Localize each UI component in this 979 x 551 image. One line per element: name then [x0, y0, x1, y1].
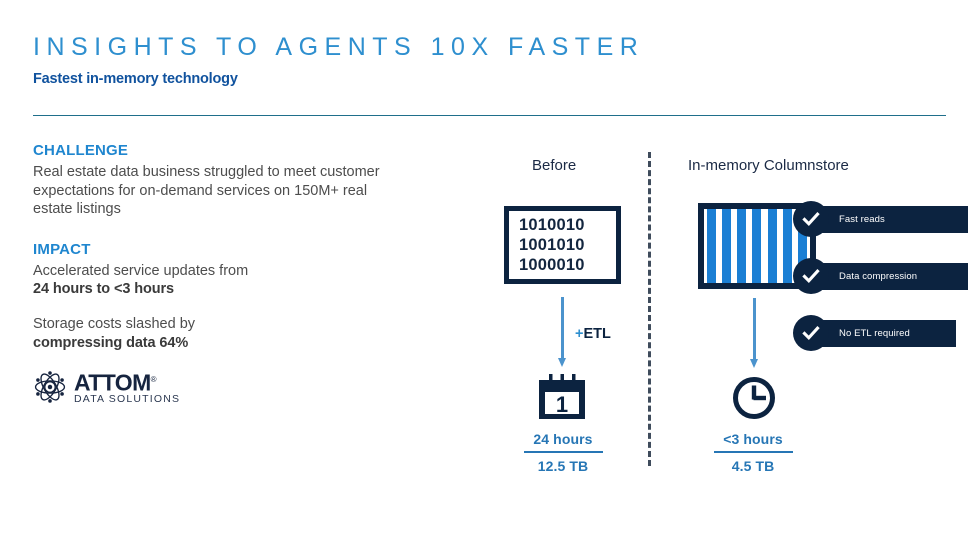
attom-logo: ATTOM® DATA SOLUTIONS [33, 370, 180, 405]
before-metrics: 24 hours 12.5 TB [498, 431, 628, 474]
challenge-body: Real estate data business struggled to m… [33, 164, 380, 217]
benefit-pill: Data compression [811, 262, 968, 290]
binary-data-box: 1010010 1001010 1000010 [504, 206, 621, 284]
before-metric-time: 24 hours [533, 431, 593, 447]
benefit-pill: Fast reads [811, 205, 968, 233]
columnstore-bar [737, 209, 747, 283]
calendar-icon: 1 [536, 373, 588, 426]
attom-wordmark: ATTOM® DATA SOLUTIONS [74, 370, 180, 405]
check-icon [793, 258, 829, 294]
impact-line-2: 24 hours to <3 hours [33, 281, 175, 297]
after-metric-size: 4.5 TB [731, 458, 775, 474]
attom-logo-tagline: DATA SOLUTIONS [74, 392, 181, 405]
svg-text:1: 1 [556, 392, 568, 417]
check-icon [793, 315, 829, 351]
benefit-pill: No ETL required [811, 319, 956, 347]
clock-icon [731, 375, 777, 426]
benefit-label: No ETL required [839, 327, 910, 339]
slide-canvas: INSIGHTS TO AGENTS 10X FASTER Fastest in… [0, 0, 979, 551]
impact-line-1: Accelerated service updates from [33, 262, 249, 279]
challenge-heading: CHALLENGE [33, 142, 129, 159]
impact-line-4: compressing data 64% [33, 334, 189, 351]
before-column-title: Before [532, 157, 577, 174]
after-column-title: In-memory Columnstore [688, 157, 849, 174]
column-divider [648, 152, 651, 466]
benefit-row: Fast reads [793, 201, 968, 237]
check-icon [793, 201, 829, 237]
columnstore-bar [722, 209, 732, 283]
page-subtitle: Fastest in-memory technology [33, 71, 238, 87]
page-title: INSIGHTS TO AGENTS 10X FASTER [33, 33, 645, 61]
benefit-label: Fast reads [839, 213, 885, 225]
columnstore-bar [767, 209, 777, 283]
benefit-row: No ETL required [793, 315, 956, 351]
columnstore-bar [707, 209, 716, 283]
before-flow-arrow [558, 297, 567, 367]
metric-divider [523, 451, 603, 453]
metric-divider [713, 451, 793, 453]
impact-heading: IMPACT [33, 240, 91, 258]
after-metric-time: <3 hours [723, 431, 783, 447]
atom-icon [33, 370, 67, 404]
left-text-column: CHALLENGE Real estate data business stru… [33, 142, 383, 353]
binary-line: 1000010 [519, 256, 585, 274]
header-divider [33, 115, 946, 116]
registered-mark: ® [150, 375, 157, 384]
benefit-label: Data compression [839, 270, 918, 282]
benefit-row: Data compression [793, 258, 968, 294]
columnstore-bar [782, 209, 792, 283]
attom-logo-name: ATTOM® [74, 369, 157, 396]
impact-line-3: Storage costs slashed by [33, 316, 196, 332]
before-metric-size: 12.5 TB [537, 458, 589, 474]
etl-text: ETL [583, 326, 611, 342]
after-metrics: <3 hours 4.5 TB [688, 431, 818, 474]
binary-line: 1001010 [519, 236, 585, 254]
etl-label: +ETL [575, 326, 611, 342]
binary-line: 1010010 [519, 216, 585, 234]
columnstore-bar [752, 209, 762, 283]
after-flow-arrow [750, 298, 759, 368]
